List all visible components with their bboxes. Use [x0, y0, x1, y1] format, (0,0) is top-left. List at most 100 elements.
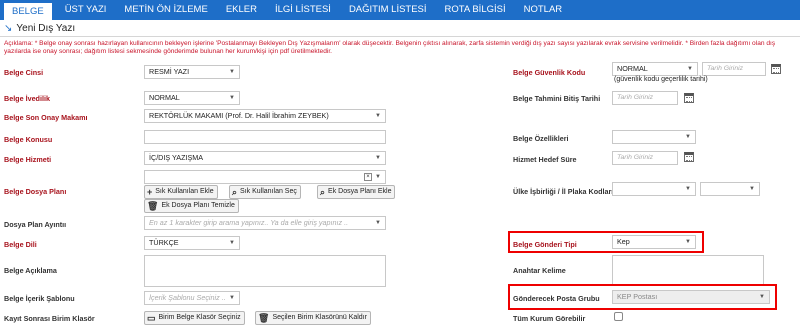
- info-note: Açıklama: * Belge onay sonrası hazırlaya…: [4, 40, 776, 55]
- arrow-down-right-icon: ↘: [4, 22, 13, 34]
- posta-grubu-select[interactable]: KEP Postası ▼: [612, 290, 770, 304]
- calendar-icon[interactable]: [684, 93, 694, 103]
- posta-grubu-value: KEP Postası: [617, 292, 658, 301]
- anahtar-kelime-textarea[interactable]: [612, 255, 764, 285]
- label-dosya-plani: Belge Dosya Planı: [4, 187, 67, 196]
- ek-dosya-plani-temizle-label: Ek Dosya Planı Temizle: [161, 202, 235, 209]
- label-belge-ivedilik: Belge İvedilik: [4, 94, 50, 103]
- label-guvenlik-kodu: Belge Güvenlik Kodu: [513, 68, 586, 77]
- chevron-down-icon: ▼: [759, 294, 765, 300]
- guvenlik-hint: (güvenlik kodu geçerlilik tarihi): [614, 76, 708, 83]
- belge-cinsi-select[interactable]: RESMİ YAZI ▼: [144, 65, 240, 79]
- label-belge-konusu: Belge Konusu: [4, 135, 53, 144]
- tab-bar: BELGE ÜST YAZI METİN ÖN İZLEME EKLER İLG…: [0, 0, 800, 20]
- tab-notlar[interactable]: NOTLAR: [515, 0, 572, 20]
- hedef-sure-input[interactable]: Tarih Giriniz: [612, 151, 678, 165]
- belge-aciklama-textarea[interactable]: [144, 255, 386, 287]
- chevron-down-icon: ▼: [375, 174, 381, 180]
- tab-ilgi-listesi[interactable]: İLGİ LİSTESİ: [266, 0, 340, 20]
- belge-hizmeti-value: İÇ/DIŞ YAZIŞMA: [149, 153, 204, 162]
- tab-rota-bilgisi[interactable]: ROTA BİLGİSİ: [436, 0, 515, 20]
- chevron-down-icon: ▼: [229, 95, 235, 101]
- guvenlik-tarih-input[interactable]: Tarih Giriniz: [702, 62, 766, 76]
- tab-ust-yazi[interactable]: ÜST YAZI: [56, 0, 116, 20]
- ek-dosya-plani-ekle-button[interactable]: ⌕ Ek Dosya Planı Ekle: [317, 185, 396, 199]
- tahmini-bitis-input[interactable]: Tarih Giriniz: [612, 91, 678, 105]
- sik-kullanilan-sec-label: Sık Kullanılan Seç: [240, 188, 297, 195]
- belge-hizmeti-select[interactable]: İÇ/DIŞ YAZIŞMA ▼: [144, 151, 386, 165]
- trash-icon: 🗑: [147, 201, 159, 211]
- label-belge-cinsi: Belge Cinsi: [4, 68, 44, 77]
- birim-klasor-sec-label: Birim Belge Klasör Seçiniz: [158, 314, 241, 321]
- label-posta-grubu: Gönderecek Posta Grubu: [513, 294, 600, 303]
- chevron-down-icon: ▼: [685, 239, 691, 245]
- belge-ivedilik-value: NORMAL: [149, 93, 180, 102]
- tab-ekler[interactable]: EKLER: [217, 0, 266, 20]
- sik-kullanilan-sec-button[interactable]: ⌕ Sık Kullanılan Seç: [229, 185, 301, 199]
- il-plaka-select[interactable]: ▼: [700, 182, 760, 196]
- guvenlik-kodu-value: NORMAL: [617, 64, 648, 73]
- label-gonderi-tipi: Belge Gönderi Tipi: [513, 240, 577, 249]
- label-son-onay: Belge Son Onay Makamı: [4, 113, 88, 122]
- ek-dosya-plani-temizle-button[interactable]: 🗑 Ek Dosya Planı Temizle: [144, 199, 239, 213]
- birim-klasor-sec-button[interactable]: ▭ Birim Belge Klasör Seçiniz: [144, 311, 245, 325]
- chevron-down-icon: ▼: [687, 66, 693, 72]
- icerik-sablonu-select[interactable]: İçerik Şablonu Seçiniz .. ▼: [144, 291, 240, 305]
- belge-dili-select[interactable]: TÜRKÇE ▼: [144, 236, 240, 250]
- label-belge-ozellikleri: Belge Özellikleri: [513, 134, 569, 143]
- chevron-down-icon: ▼: [229, 240, 235, 246]
- label-icerik-sablonu: Belge İçerik Şablonu: [4, 294, 75, 303]
- birim-klasor-kaldir-button[interactable]: 🗑 Seçilen Birim Klasörünü Kaldır: [255, 311, 371, 325]
- calendar-icon[interactable]: [771, 64, 781, 74]
- label-kayit-sonrasi: Kayıt Sonrası Birim Klasör: [4, 314, 95, 323]
- chevron-down-icon: ▼: [229, 69, 235, 75]
- calendar-icon[interactable]: [684, 152, 694, 162]
- label-ulke-isbirligi: Ülke İşbirliği / İl Plaka Kodları: [513, 187, 614, 196]
- belge-konusu-input[interactable]: [144, 130, 386, 144]
- search-icon: ⌕: [232, 187, 238, 197]
- belge-cinsi-value: RESMİ YAZI: [149, 67, 190, 76]
- son-onay-value: REKTÖRLÜK MAKAMI (Prof. Dr. Halil İbrahi…: [149, 111, 329, 120]
- sik-kullanilan-ekle-label: Sık Kullanılan Ekle: [155, 188, 214, 195]
- dosya-plani-select[interactable]: ▼: [144, 170, 386, 184]
- dosya-ayniti-select[interactable]: En az 1 karakter girip arama yapınız.. Y…: [144, 216, 386, 230]
- label-tum-kurum: Tüm Kurum Görebilir: [513, 314, 586, 323]
- label-belge-dili: Belge Dili: [4, 240, 37, 249]
- tab-metin-on-izleme[interactable]: METİN ÖN İZLEME: [115, 0, 216, 20]
- page-title: Yeni Dış Yazı: [16, 22, 76, 34]
- ek-dosya-plani-ekle-label: Ek Dosya Planı Ekle: [328, 188, 392, 195]
- plus-icon: +: [147, 187, 153, 197]
- icerik-sablonu-placeholder: İçerik Şablonu Seçiniz ..: [149, 293, 226, 302]
- tab-belge[interactable]: BELGE: [4, 3, 52, 20]
- chevron-down-icon: ▼: [375, 113, 381, 119]
- label-anahtar-kelime: Anahtar Kelime: [513, 266, 566, 275]
- sik-kullanilan-ekle-button[interactable]: + Sık Kullanılan Ekle: [144, 185, 218, 199]
- tab-dagitim-listesi[interactable]: DAĞITIM LİSTESİ: [340, 0, 436, 20]
- page-header: ↘ Yeni Dış Yazı: [0, 20, 800, 37]
- search-icon: ⌕: [320, 187, 326, 197]
- chevron-down-icon: ▼: [685, 186, 691, 192]
- chevron-down-icon: ▼: [229, 295, 235, 301]
- guvenlik-kodu-select[interactable]: NORMAL ▼: [612, 62, 698, 76]
- belge-ivedilik-select[interactable]: NORMAL ▼: [144, 91, 240, 105]
- trash-icon: 🗑: [258, 313, 270, 323]
- gonderi-tipi-value: Kep: [617, 237, 630, 246]
- label-dosya-ayniti: Dosya Plan Ayıntıı: [4, 220, 67, 229]
- chevron-down-icon: ▼: [685, 134, 691, 140]
- dosya-ayniti-placeholder: En az 1 karakter girip arama yapınız.. Y…: [149, 218, 349, 227]
- chevron-down-icon: ▼: [749, 186, 755, 192]
- chevron-down-icon: ▼: [375, 155, 381, 161]
- gonderi-tipi-select[interactable]: Kep ▼: [612, 235, 696, 249]
- belge-dili-value: TÜRKÇE: [149, 238, 179, 247]
- label-hedef-sure: Hizmet Hedef Süre: [513, 155, 577, 164]
- folder-open-icon: ▭: [147, 313, 156, 323]
- belge-ozellikleri-select[interactable]: ▼: [612, 130, 696, 144]
- birim-klasor-kaldir-label: Seçilen Birim Klasörünü Kaldır: [272, 314, 367, 321]
- chevron-down-icon: ▼: [375, 220, 381, 226]
- clear-icon[interactable]: ×: [364, 173, 372, 181]
- label-belge-hizmeti: Belge Hizmeti: [4, 155, 52, 164]
- son-onay-select[interactable]: REKTÖRLÜK MAKAMI (Prof. Dr. Halil İbrahi…: [144, 109, 386, 123]
- tum-kurum-checkbox[interactable]: [614, 312, 623, 321]
- label-tahmini-bitis: Belge Tahmini Bitiş Tarihi: [513, 94, 601, 103]
- ulke-select[interactable]: ▼: [612, 182, 696, 196]
